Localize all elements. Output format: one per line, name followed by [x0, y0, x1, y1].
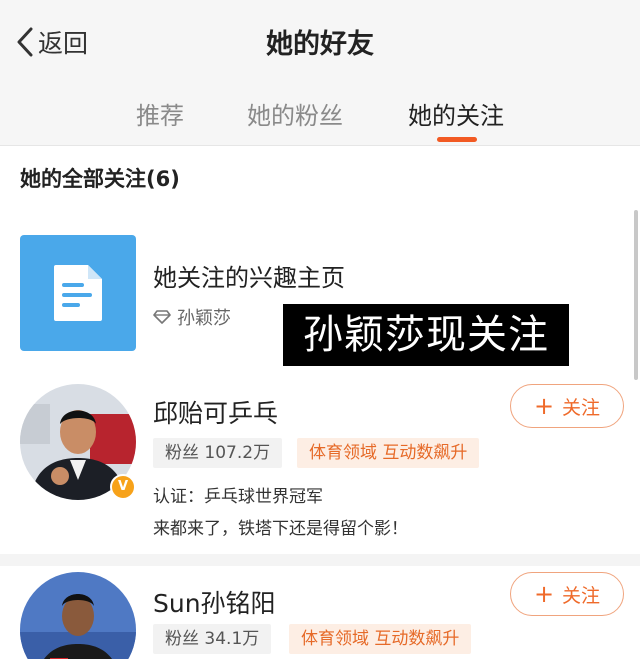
tab-recommend[interactable]: 推荐 — [136, 96, 184, 131]
section-title: 她的全部关注(6) — [20, 167, 180, 191]
follow-label: 关注 — [562, 396, 601, 419]
fans-count: 粉丝 107.2万 — [153, 438, 283, 468]
avatar-photo-icon — [20, 572, 136, 659]
domain-tag: 体育领域 互动数飙升 — [289, 624, 472, 654]
user-bio: 来都来了，铁塔下还是得留个影！ — [153, 519, 408, 539]
list-item-user-1[interactable]: V 邱贻可乒乓 + 关注 粉丝 107.2万 体育领域 互动数飙升 认证：乒乓球… — [0, 370, 640, 550]
scrollbar[interactable] — [634, 210, 638, 380]
follow-button[interactable]: + 关注 — [510, 572, 624, 616]
interest-page-thumbnail — [20, 235, 136, 351]
document-icon — [54, 265, 102, 321]
fans-count: 粉丝 34.1万 — [153, 624, 272, 654]
interest-title: 她关注的兴趣主页 — [153, 264, 345, 292]
interest-owner-name: 孙颖莎 — [177, 308, 231, 329]
interest-owner: 孙颖莎 — [153, 304, 231, 330]
active-tab-indicator — [437, 137, 477, 142]
plus-icon: + — [533, 392, 555, 420]
diamond-icon — [153, 310, 171, 324]
follow-button[interactable]: + 关注 — [510, 384, 624, 428]
caption-overlay: 孙颖莎现关注 — [283, 304, 569, 366]
avatar[interactable] — [20, 572, 136, 659]
domain-tag: 体育领域 互动数飙升 — [297, 438, 480, 468]
plus-icon: + — [533, 580, 555, 608]
tab-bar: 推荐 她的粉丝 她的关注 — [0, 80, 640, 146]
top-bar: 返回 她的好友 — [0, 0, 640, 80]
verification-text: 认证：乒乓球世界冠军 — [153, 487, 323, 507]
user-name[interactable]: 邱贻可乒乓 — [153, 394, 278, 430]
divider — [0, 554, 640, 566]
list-item-user-2[interactable]: Sun孙铭阳 + 关注 粉丝 34.1万 体育领域 互动数飙升 — [0, 566, 640, 659]
verified-badge: V — [110, 474, 136, 500]
follow-label: 关注 — [562, 584, 601, 607]
user-name[interactable]: Sun孙铭阳 — [153, 584, 276, 620]
tab-her-following[interactable]: 她的关注 — [408, 96, 504, 131]
tab-her-fans[interactable]: 她的粉丝 — [247, 96, 343, 131]
page-title: 她的好友 — [266, 29, 374, 60]
